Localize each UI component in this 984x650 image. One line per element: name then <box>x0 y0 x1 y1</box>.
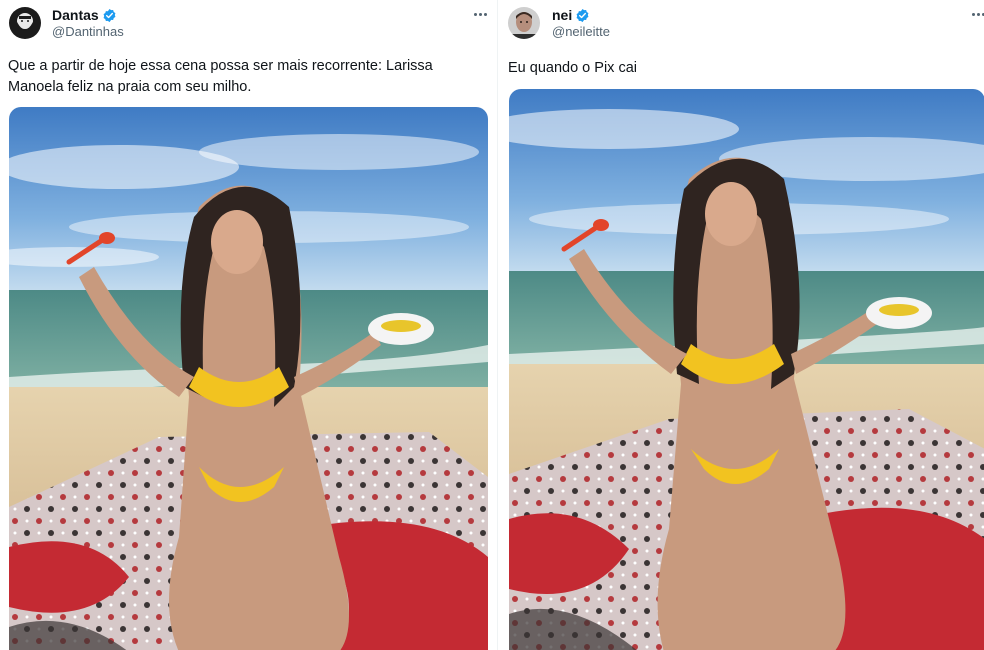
man-portrait-avatar[interactable] <box>508 7 540 39</box>
more-options-button[interactable] <box>470 6 490 22</box>
more-dot-icon <box>976 12 980 16</box>
tweet-text: Eu quando o Pix cai <box>508 60 637 76</box>
more-dot-icon <box>483 12 487 16</box>
author-handle[interactable]: @Dantinhas <box>52 24 124 40</box>
display-name[interactable]: Dantas <box>52 6 99 24</box>
tweet-card-nei: nei @neileitte Eu quando o Pix cai <box>497 0 984 650</box>
beach-photo[interactable] <box>9 107 488 650</box>
more-dot-icon <box>971 12 975 16</box>
more-dot-icon <box>473 12 477 16</box>
bearded-man-avatar[interactable] <box>9 7 41 39</box>
author-name-row: nei <box>552 6 590 24</box>
author-handle[interactable]: @neileitte <box>552 24 610 40</box>
author-name-row: Dantas <box>52 6 117 24</box>
beach-photo[interactable] <box>509 89 984 650</box>
display-name[interactable]: nei <box>552 6 572 24</box>
more-dot-icon <box>478 12 482 16</box>
verified-badge-icon <box>102 8 117 23</box>
tweet-card-dantas: Dantas @Dantinhas Que a partir de hoje e… <box>0 0 497 650</box>
tweet-text: Que a partir de hoje essa cena possa ser… <box>8 58 433 95</box>
more-options-button[interactable] <box>968 6 984 22</box>
verified-badge-icon <box>575 8 590 23</box>
